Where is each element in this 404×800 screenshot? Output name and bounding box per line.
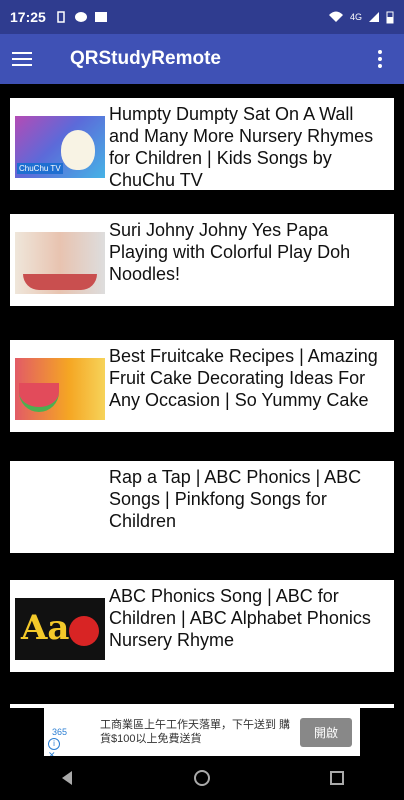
video-thumbnail: ChuChu TV: [15, 116, 105, 178]
ad-info-icon[interactable]: i: [48, 738, 60, 750]
video-title: Humpty Dumpty Sat On A Wall and Many Mor…: [109, 104, 374, 190]
apple-image: [69, 616, 99, 646]
back-triangle-icon[interactable]: [47, 763, 87, 793]
recents-square-icon[interactable]: [317, 763, 357, 793]
video-card[interactable]: Suri Johny Johny Yes Papa Playing with C…: [10, 214, 394, 306]
ad-text: 工商業區上午工作天落單，下午送到 購貨$100以上免費送貨: [100, 719, 291, 745]
video-card[interactable]: ChuChu TV Humpty Dumpty Sat On A Wall an…: [10, 98, 394, 190]
image-icon: [94, 12, 107, 22]
app-bar: QRStudyRemote: [0, 34, 404, 84]
wifi-icon: [328, 11, 343, 22]
hamburger-menu-icon[interactable]: [12, 47, 36, 71]
video-title: Rap a Tap | ABC Phonics | ABC Songs | Pi…: [109, 467, 362, 531]
video-card[interactable]: Rap a Tap | ABC Phonics | ABC Songs | Pi…: [10, 461, 394, 553]
notification-icons: [54, 11, 108, 23]
home-circle-icon[interactable]: [182, 763, 222, 793]
chat-icon: [74, 12, 87, 22]
more-vert-icon[interactable]: [368, 50, 392, 68]
ad-open-button[interactable]: 開啟: [299, 717, 352, 747]
video-card[interactable]: Best Fruitcake Recipes | Amazing Fruit C…: [10, 340, 394, 432]
video-title: ABC Phonics Song | ABC for Children | AB…: [109, 586, 371, 650]
video-title: Suri Johny Johny Yes Papa Playing with C…: [109, 220, 351, 284]
network-type: 4G: [349, 12, 362, 22]
system-icons: 4G: [328, 11, 394, 24]
video-thumbnail: [15, 479, 105, 541]
app-title: QRStudyRemote: [70, 48, 221, 69]
thumbnail-caption: Aa: [21, 608, 70, 648]
thumbnail-caption: ChuChu TV: [17, 163, 63, 174]
watermelon-cake-image: [19, 383, 59, 412]
ad-banner[interactable]: i ✕ 365 工商業區上午工作天落單，下午送到 購貨$100以上免費送貨 開啟: [44, 708, 360, 760]
video-card[interactable]: Aa ABC Phonics Song | ABC for Children |…: [10, 580, 394, 672]
ad-logo: 365: [52, 727, 68, 737]
video-thumbnail: [15, 232, 105, 294]
status-time: 17:25: [10, 9, 46, 25]
system-nav-bar: [0, 756, 404, 800]
signal-icon: [369, 12, 379, 22]
status-bar: 17:25 4G: [0, 0, 404, 34]
video-title: Best Fruitcake Recipes | Amazing Fruit C…: [109, 346, 378, 410]
humpty-dumpty-image: [61, 130, 95, 170]
video-list[interactable]: ChuChu TV Humpty Dumpty Sat On A Wall an…: [0, 84, 404, 708]
video-thumbnail: [15, 358, 105, 420]
bowl-image: [23, 274, 97, 290]
vibrate-icon: [57, 11, 65, 23]
video-thumbnail: Aa: [15, 598, 105, 660]
battery-icon: [386, 11, 394, 23]
